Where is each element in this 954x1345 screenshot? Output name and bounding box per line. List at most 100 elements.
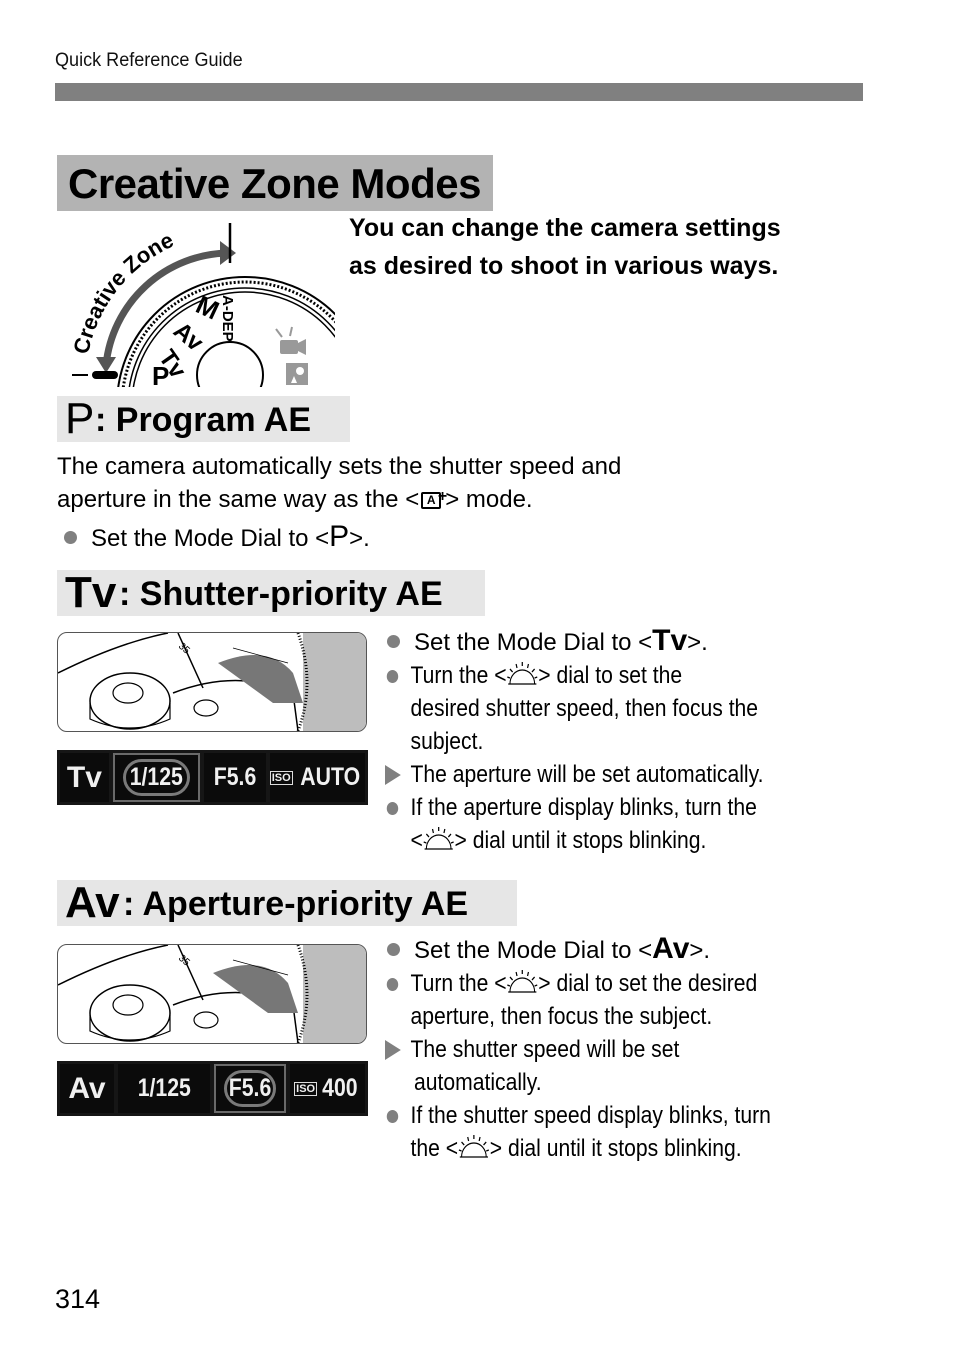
item-text: The shutter speed will be set <box>410 1036 680 1063</box>
lcd-aperture-value: F5.6 <box>228 1074 272 1102</box>
lcd-mode: Tv <box>60 753 109 802</box>
lcd-aperture-value: F5.6 <box>213 763 257 791</box>
list-item: Turn the < > dial to set the desired shut… <box>385 659 758 758</box>
bullet-dot-icon <box>386 978 399 991</box>
lcd-shutter-speed-selected: 1/125 <box>112 753 201 802</box>
bullet-dot-icon <box>386 802 399 815</box>
item-text: The aperture will be set automatically. <box>410 761 764 788</box>
item-text-pre: Turn the < <box>410 662 507 689</box>
item-continuation: the < > dial until it stops blinking. <box>411 1132 771 1165</box>
scene-intelligent-auto-icon: A + <box>419 488 447 510</box>
page-title-box: Creative Zone Modes <box>57 155 493 211</box>
lcd-iso-value: AUTO <box>299 763 360 791</box>
section-heading-program-ae: P : Program AE <box>57 394 350 443</box>
lcd-shutter-speed: 1/125 <box>118 1064 210 1113</box>
item-text-post: > dial to set the desired <box>538 970 758 997</box>
main-dial-icon <box>507 970 538 993</box>
item-continuation: < > dial until it stops blinking. <box>411 824 757 857</box>
list-item: If the shutter speed display blinks, tur… <box>385 1099 771 1165</box>
svg-text:35: 35 <box>176 953 192 969</box>
item-continuation: aperture, then focus the subject. <box>410 1003 713 1030</box>
svg-text:35: 35 <box>176 641 192 657</box>
list-item: Set the Mode Dial to <Av>. <box>385 932 954 967</box>
iso-icon: ISO <box>269 770 293 785</box>
description-line-2: aperture in the same way as the < A + > … <box>57 483 621 516</box>
description-line-1: The camera automatically sets the shutte… <box>57 453 622 480</box>
item-text-pre: Set the Mode Dial to < <box>414 937 653 964</box>
item-text-post: > dial to set the <box>538 662 683 689</box>
list-item: Turn the < > dial to set the desired aper… <box>385 967 757 1033</box>
item-text: If the shutter speed display blinks, tur… <box>410 1102 771 1129</box>
bullet-dot-icon <box>386 1110 399 1123</box>
lcd-aperture-selected: F5.6 <box>214 1064 286 1113</box>
page-number: 314 <box>55 1284 101 1314</box>
section-title: : Aperture-priority AE <box>123 885 469 923</box>
lcd-iso: ISO 400 <box>290 1064 365 1113</box>
arc-arrowhead-right <box>220 241 236 265</box>
bullet-dot-icon <box>387 943 400 956</box>
section-heading-shutter-priority: Tv : Shutter-priority AE <box>57 568 485 617</box>
mode-dial-svg: Creative Zone P Tv Av M A-DEP <box>68 223 335 387</box>
mode-symbol-av: Av <box>65 878 120 927</box>
mode-dial-illustration: Creative Zone P Tv Av M A-DEP <box>60 215 335 387</box>
list-item: Set the Mode Dial to <Tv>. <box>385 624 954 659</box>
section-title: : Shutter-priority AE <box>119 575 443 613</box>
mode-symbol-tv: Tv <box>65 568 117 617</box>
description-line-2-post: > mode. <box>445 486 533 513</box>
list-item: Set the Mode Dial to <P>. <box>62 520 370 555</box>
section-title: : Program AE <box>95 401 312 439</box>
dial-mode-adep: A-DEP <box>219 295 236 342</box>
mode-symbol-p: P <box>65 394 95 443</box>
dial-index-mark <box>92 371 118 379</box>
item-text-pre: Turn the < <box>410 970 507 997</box>
header-bar <box>55 83 863 101</box>
item-text-post: >. <box>687 629 708 656</box>
running-head: Quick Reference Guide <box>55 50 243 71</box>
result-arrow-icon <box>385 1040 401 1060</box>
item-continuation: automatically. <box>414 1069 542 1096</box>
item-text-post: >. <box>349 525 370 552</box>
item-text-pre: < <box>410 827 423 854</box>
item-continuation: subject. <box>410 728 484 755</box>
mode-symbol-av: Av <box>652 932 690 965</box>
list-item-result: The aperture will be set automatically. <box>385 758 763 791</box>
list-item: If the aperture display blinks, turn the… <box>385 791 757 857</box>
item-text-pre: Set the Mode Dial to < <box>91 525 330 552</box>
main-dial-illustration-tv: 35 <box>57 632 367 732</box>
arc-arrowhead-left <box>96 357 116 373</box>
shutter-priority-steps: Set the Mode Dial to <Tv>. Turn the < > d… <box>385 624 954 857</box>
intro-text: You can change the camera settings as de… <box>349 214 781 280</box>
result-arrow-icon <box>385 765 401 785</box>
lcd-display-av: Av 1/125 F5.6 ISO 400 <box>57 1061 368 1116</box>
lcd-iso: ISO AUTO <box>269 753 366 802</box>
main-dial-icon <box>458 1135 490 1158</box>
camera-top-drawing: 35 <box>58 945 366 1043</box>
iso-icon: ISO <box>294 1081 318 1096</box>
item-continuation: desired shutter speed, then focus the <box>410 695 759 722</box>
mode-symbol-p: P <box>329 520 350 553</box>
program-ae-description: The camera automatically sets the shutte… <box>57 450 621 516</box>
creative-auto-icon <box>286 363 308 385</box>
camera-top-drawing: 35 <box>58 633 366 731</box>
list-item-result: The shutter speed will be set automatica… <box>385 1033 679 1099</box>
item-text-pre: the < <box>410 1135 459 1162</box>
item-text: If the aperture display blinks, turn the <box>410 794 757 821</box>
program-ae-steps: Set the Mode Dial to <P>. <box>62 520 370 555</box>
page-title: Creative Zone Modes <box>68 160 481 207</box>
bullet-dot-icon <box>386 670 399 683</box>
main-dial-icon <box>423 827 454 850</box>
aperture-priority-steps: Set the Mode Dial to <Av>. Turn the < > d… <box>385 932 954 1165</box>
main-dial-icon <box>507 662 538 685</box>
lcd-aperture: F5.6 <box>204 753 266 802</box>
lcd-iso-value: 400 <box>322 1074 358 1102</box>
bullet-dot-icon <box>64 531 77 544</box>
item-text-post: >. <box>689 937 711 964</box>
dial-center <box>196 341 264 387</box>
section-heading-aperture-priority: Av : Aperture-priority AE <box>57 878 517 927</box>
description-line-2-pre: aperture in the same way as the < <box>57 486 420 513</box>
mode-symbol-tv: Tv <box>652 624 688 657</box>
arc-label: Creative Zone <box>68 227 177 356</box>
item-text-pre: Set the Mode Dial to < <box>414 629 653 656</box>
lcd-display-tv: Tv 1/125 F5.6 ISO AUTO <box>57 750 368 805</box>
bullet-dot-icon <box>387 635 400 648</box>
